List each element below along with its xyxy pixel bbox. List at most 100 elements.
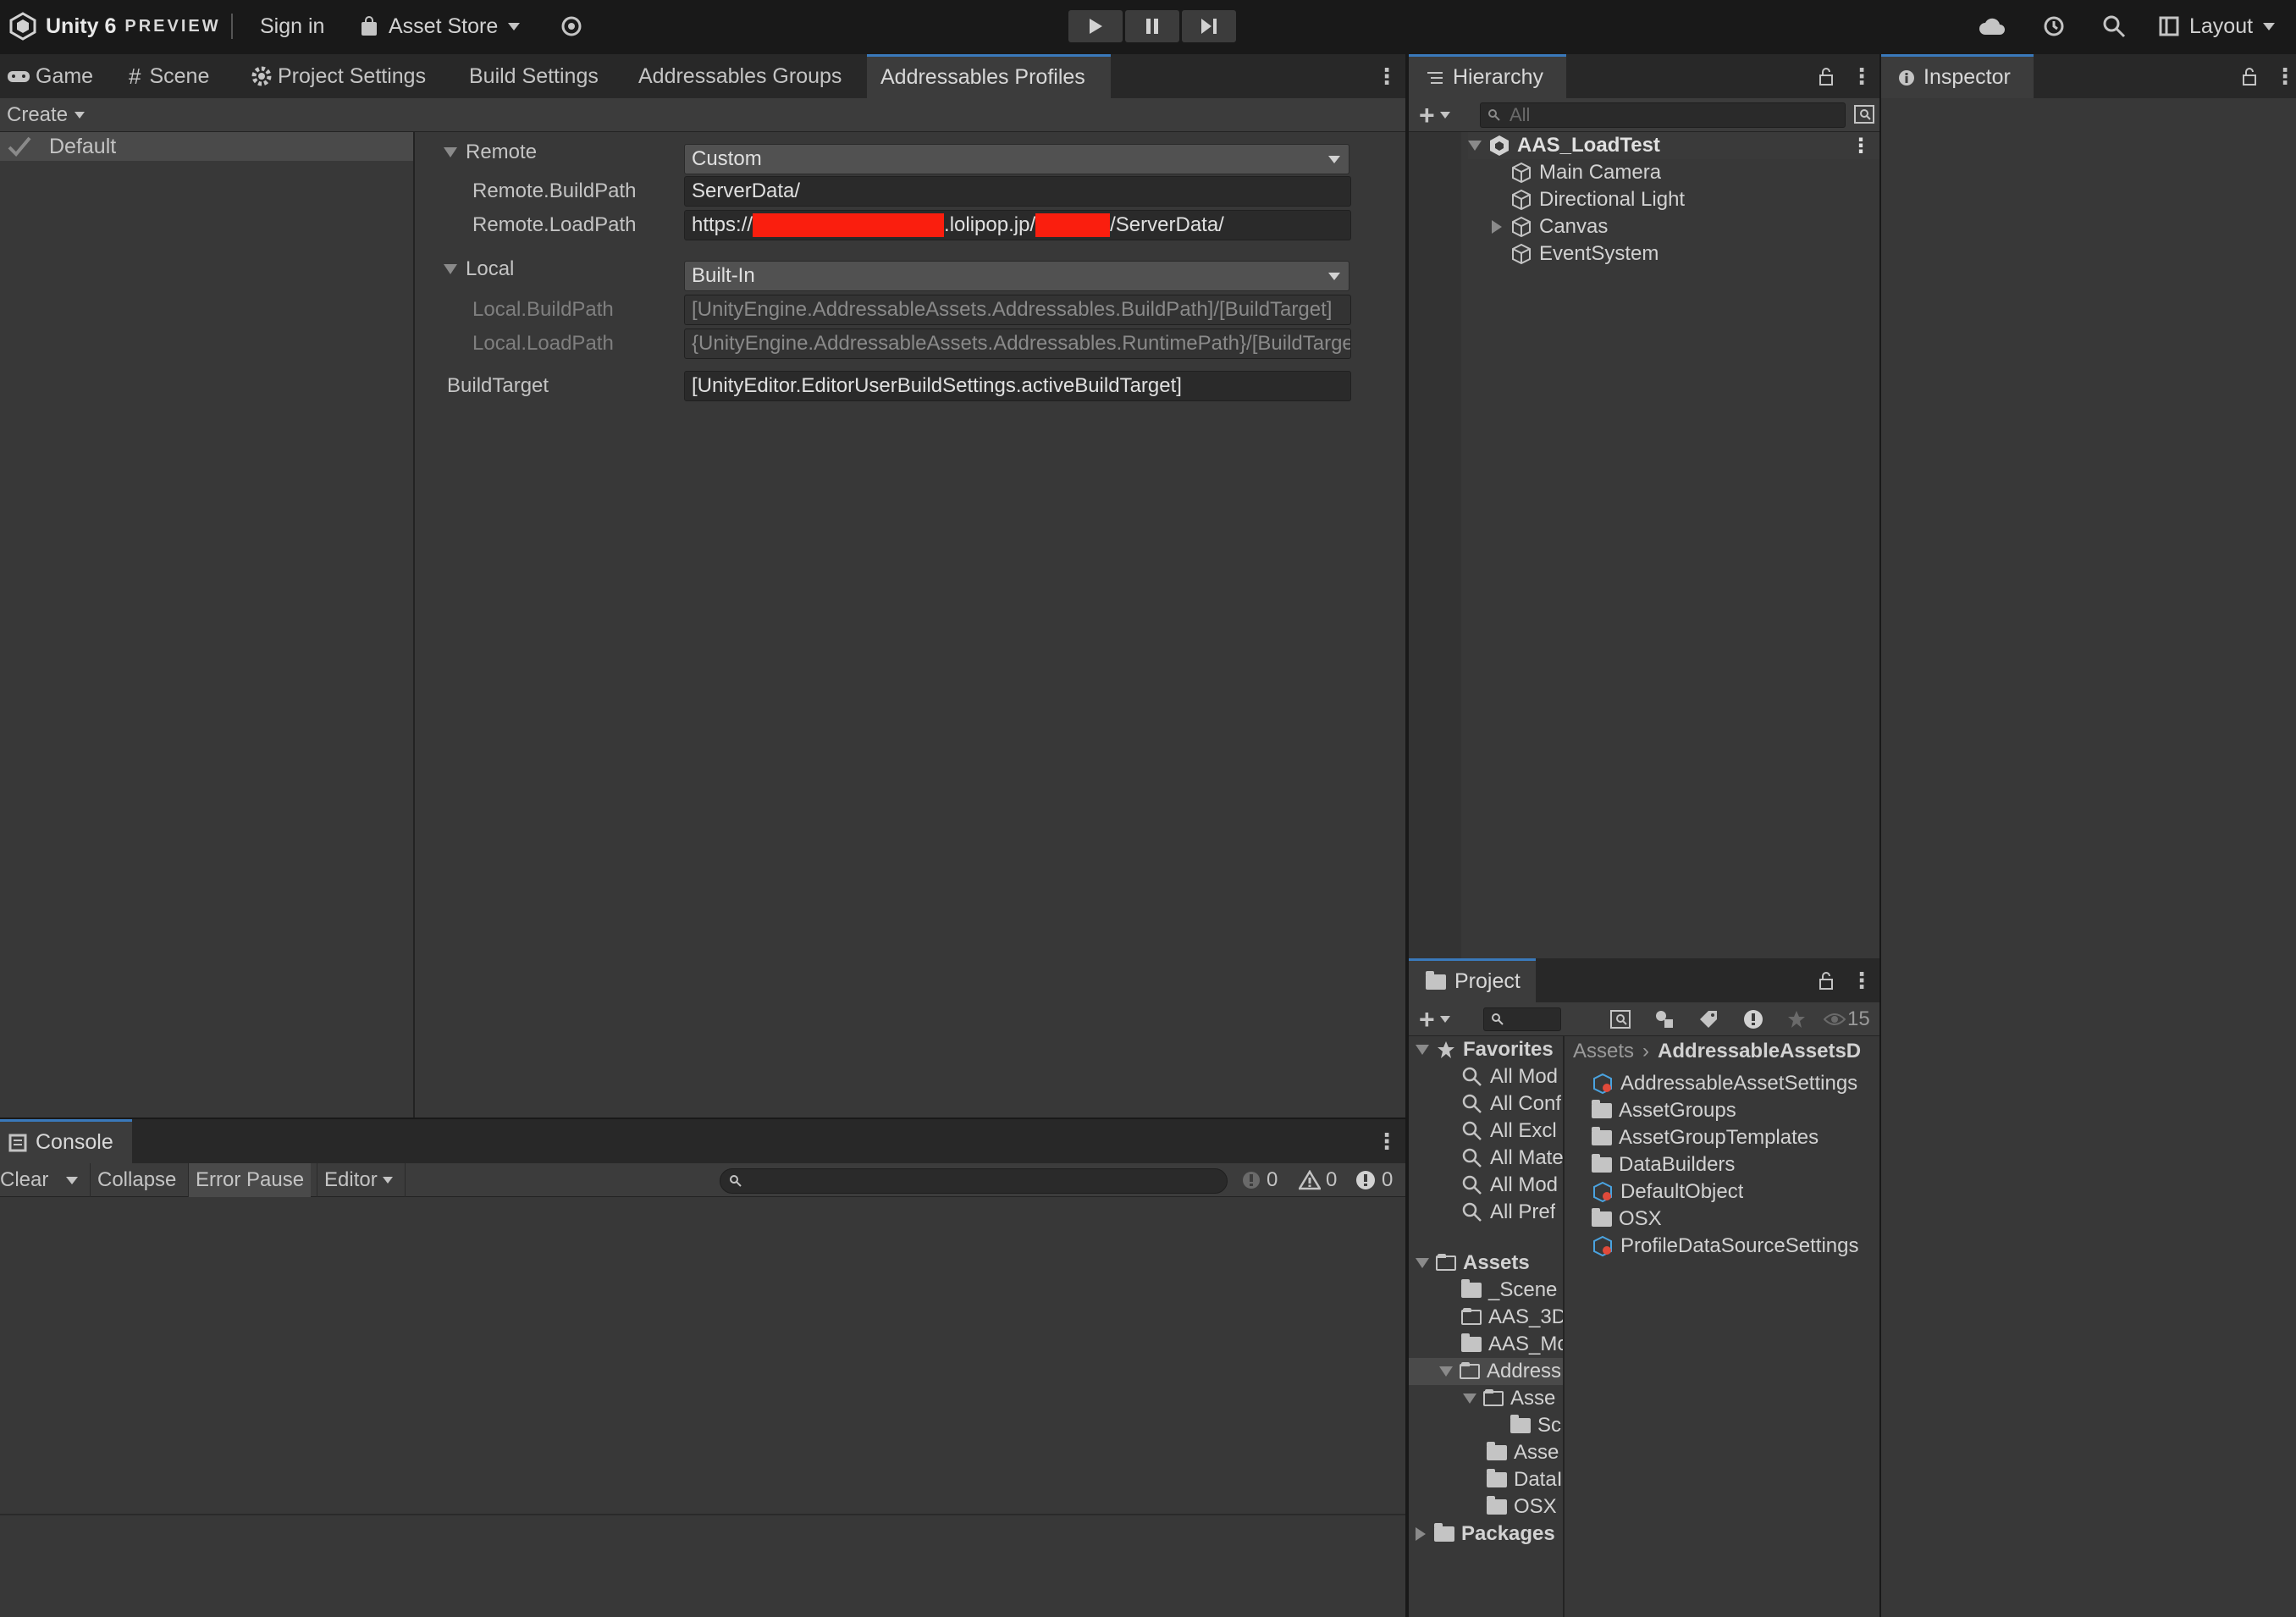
local-dropdown-value: Built-In [692,264,755,287]
remote-foldout[interactable]: Remote [444,141,537,164]
tab-inspector[interactable]: Inspector [1881,54,2034,98]
favorites-button[interactable] [1780,1002,1813,1036]
project-asset-item[interactable]: AddressableAssetSettings [1592,1070,1857,1097]
hierarchy-search-input[interactable]: All [1480,102,1846,128]
project-folder-item[interactable]: AssetGroupTemplates [1592,1124,1819,1151]
asset-folder[interactable]: Sc [1510,1412,1561,1439]
hierarchy-item[interactable]: Main Camera [1510,159,1661,186]
hierarchy-search-mode-button[interactable] [1847,100,1881,129]
console-search-input[interactable] [720,1168,1228,1194]
error-filter-toggle[interactable]: 0 [1348,1163,1399,1197]
kebab-menu-icon[interactable]: ⋮ [1851,134,1871,158]
asset-item-label: DefaultObject [1620,1180,1744,1203]
hierarchy-item[interactable]: Directional Light [1510,186,1685,213]
search-button[interactable] [2102,0,2126,52]
main-tab-menu-button[interactable]: ⋮ [1376,54,1398,98]
tab-build-settings[interactable]: Build Settings [469,54,599,98]
assets-root-folder[interactable]: Assets [1416,1250,1530,1277]
tab-hierarchy[interactable]: Hierarchy [1409,54,1566,98]
hierarchy-item[interactable]: Canvas [1492,213,1608,240]
project-asset-item[interactable]: DefaultObject [1592,1178,1743,1206]
asset-folder[interactable]: DataI [1487,1466,1562,1493]
pause-button[interactable] [1125,10,1179,42]
collapse-button[interactable]: Collapse [90,1163,183,1197]
filter-by-label-button[interactable] [1692,1002,1725,1036]
inspector-menu-button[interactable]: ⋮ [2274,54,2296,98]
project-search-window-button[interactable] [1603,1002,1637,1036]
hierarchy-menu-button[interactable]: ⋮ [1851,54,1873,98]
log-filter-toggle[interactable]: 0 [1234,1163,1284,1197]
layout-dropdown[interactable]: Layout [2159,0,2276,52]
sign-in-button[interactable]: Sign in [260,0,324,52]
project-lock-button[interactable] [1819,958,1834,1002]
filter-by-type-button[interactable] [1647,1002,1681,1036]
tab-game[interactable]: Game [7,54,93,98]
asset-store-button[interactable]: Asset Store [360,0,521,52]
remote-profile-dropdown[interactable]: Custom [684,144,1349,174]
project-folder-item[interactable]: DataBuilders [1592,1151,1735,1178]
favorite-search-item[interactable]: All Conf [1461,1090,1561,1118]
tab-addressables-profiles[interactable]: Addressables Profiles [867,54,1111,98]
asset-folder[interactable]: Asse [1487,1439,1559,1466]
asset-folder[interactable]: AAS_3D [1461,1304,1563,1331]
error-pause-button[interactable]: Error Pause [188,1163,312,1197]
asset-folder[interactable]: OSX [1487,1493,1557,1520]
hierarchy-item[interactable]: EventSystem [1510,240,1659,268]
build-target-field[interactable]: [UnityEditor.EditorUserBuildSettings.act… [684,371,1351,401]
project-add-button[interactable]: + [1412,1002,1457,1036]
hierarchy-lock-button[interactable] [1819,54,1834,98]
folder-icon [1487,1442,1507,1460]
local-profile-dropdown[interactable]: Built-In [684,261,1349,291]
asset-folder[interactable]: _Scene [1461,1277,1557,1304]
lock-icon [1819,972,1833,990]
favorites-folder[interactable]: Favorites [1416,1036,1554,1063]
cloud-button[interactable] [1978,0,2006,52]
inspector-lock-button[interactable] [2242,54,2257,98]
search-icon [1488,109,1500,121]
remote-build-path-field[interactable]: ServerData/ [684,176,1351,207]
create-dropdown[interactable]: Create [0,98,91,132]
project-asset-item[interactable]: ProfileDataSourceSettings [1592,1233,1858,1260]
clear-options-dropdown[interactable] [59,1163,85,1197]
favorite-search-item[interactable]: All Mod [1461,1172,1558,1199]
play-button[interactable] [1068,10,1123,42]
scene-root[interactable]: AAS_LoadTest ⋮ [1468,132,1879,159]
breadcrumb-current[interactable]: AddressableAssetsD [1658,1040,1861,1063]
undo-history-button[interactable] [2042,0,2066,52]
asset-folder[interactable]: AAS_Mo [1461,1331,1563,1358]
favorite-search-item[interactable]: All Mate [1461,1145,1563,1172]
remote-load-path-field[interactable]: https:// .lolipop.jp/ /ServerData/ [684,210,1351,240]
tab-scene[interactable]: # Scene [129,54,209,98]
console-splitter[interactable] [0,1514,1405,1515]
favorite-search-item[interactable]: All Mod [1461,1063,1558,1090]
project-search-input[interactable] [1483,1007,1561,1031]
profile-list-item[interactable]: Default [0,132,413,161]
asset-folder[interactable]: Asse [1463,1385,1555,1412]
breadcrumb-root[interactable]: Assets [1573,1040,1634,1063]
version-control-button[interactable] [560,0,582,52]
tab-addressables-groups[interactable]: Addressables Groups [638,54,842,98]
packages-root-folder[interactable]: Packages [1416,1520,1555,1548]
asset-folder-selected[interactable]: Address [1409,1358,1563,1385]
project-contents: Assets › AddressableAssetsD AddressableA… [1566,1036,1879,1617]
project-menu-button[interactable]: ⋮ [1851,958,1873,1002]
tab-project[interactable]: Project [1409,958,1536,1002]
warning-filter-toggle[interactable]: 0 [1292,1163,1344,1197]
hidden-packages-toggle[interactable]: 15 [1817,1002,1877,1036]
filter-log-type-button[interactable] [1736,1002,1771,1036]
hidden-count: 15 [1847,1007,1870,1030]
favorite-search-item[interactable]: All Excl [1461,1118,1557,1145]
editor-dropdown[interactable]: Editor [317,1163,400,1197]
tab-console[interactable]: Console [0,1119,132,1163]
tab-project-settings[interactable]: Project Settings [251,54,426,98]
console-menu-button[interactable]: ⋮ [1376,1119,1398,1163]
step-button[interactable] [1182,10,1236,42]
project-folder-item[interactable]: OSX [1592,1206,1662,1233]
unity-account-menu[interactable]: Unity 6 PREVIEW [8,0,221,52]
chevron-down-icon [75,112,86,119]
clear-button[interactable]: Clear [0,1163,55,1197]
hierarchy-add-button[interactable]: + [1412,98,1457,132]
project-folder-item[interactable]: AssetGroups [1592,1097,1736,1124]
local-foldout[interactable]: Local [444,257,514,281]
favorite-search-item[interactable]: All Pref [1461,1199,1555,1226]
